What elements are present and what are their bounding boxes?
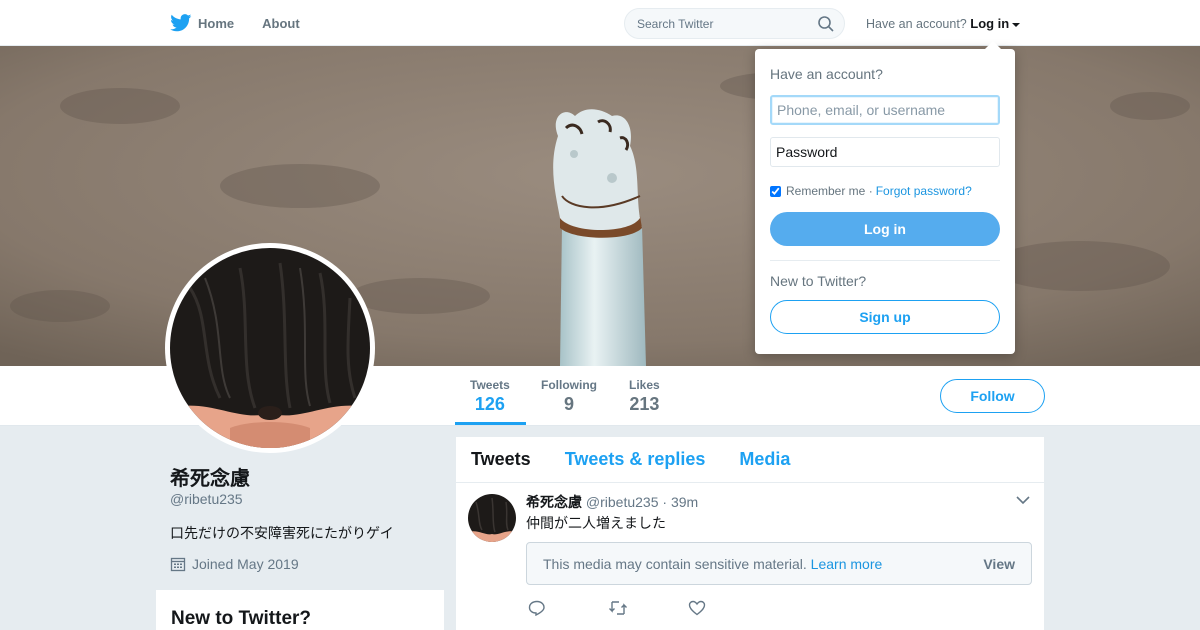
view-media-button[interactable]: View (983, 556, 1015, 572)
joined-date: Joined May 2019 (192, 556, 299, 572)
profile-handle[interactable]: @ribetu235 (170, 491, 243, 507)
profile-joined: Joined May 2019 (170, 556, 299, 572)
nav-home[interactable]: Home (170, 14, 234, 32)
new-to-twitter-text: New to Twitter? (770, 273, 867, 289)
tweet-author-name[interactable]: 希死念慮 (526, 494, 582, 510)
signup-button[interactable]: Sign up (770, 300, 1000, 334)
profile-bio: 口先だけの不安障害死にたがりゲイ (170, 525, 394, 541)
tweet-text: 仲間が二人増えました (526, 515, 666, 531)
username-field[interactable] (770, 95, 1000, 125)
search-input[interactable] (625, 9, 805, 38)
tweet-item[interactable]: 希死念慮 @ribetu235 · 39m 仲間が二人増えました This me… (456, 437, 1044, 617)
reply-button[interactable] (528, 600, 608, 621)
search-box (624, 8, 845, 39)
follow-button[interactable]: Follow (940, 379, 1045, 413)
top-navigation-bar: Home About Have an account? Log in (0, 0, 1200, 46)
nav-left: Home About (170, 0, 328, 46)
tweet-header: 希死念慮 @ribetu235 · 39m (526, 492, 698, 512)
stat-likes[interactable]: Likes 213 (629, 378, 660, 415)
nav-home-label: Home (198, 15, 235, 31)
retweet-button[interactable] (608, 600, 688, 621)
login-link-label: Log in (970, 16, 1010, 31)
sensitive-message: This media may contain sensitive materia… (543, 556, 882, 572)
tweet-actions (528, 600, 768, 621)
login-dropdown: Have an account? Remember me · Forgot pa… (755, 41, 1015, 354)
login-dropdown-toggle[interactable]: Log in (970, 16, 1021, 31)
remember-me-checkbox[interactable] (770, 185, 781, 197)
nav-about-label: About (262, 15, 300, 31)
like-icon (688, 600, 706, 616)
tweet-timestamp[interactable]: 39m (671, 494, 698, 510)
profile-avatar[interactable] (165, 243, 375, 453)
twitter-bird-icon (170, 14, 192, 32)
nav-about[interactable]: About (262, 16, 300, 31)
stat-following[interactable]: Following 9 (541, 378, 597, 415)
stat-tweets[interactable]: Tweets 126 (470, 378, 510, 415)
stat-likes-label: Likes (629, 378, 660, 392)
have-account-prompt: Have an account? Log in (866, 16, 1021, 31)
stat-following-label: Following (541, 378, 597, 392)
remember-separator: · (868, 184, 873, 198)
like-button[interactable] (688, 600, 768, 621)
forgot-password-link[interactable]: Forgot password? (876, 184, 972, 198)
new-to-twitter-heading: New to Twitter? (171, 608, 312, 629)
stat-tweets-label: Tweets (470, 378, 510, 392)
tweet-avatar[interactable] (468, 494, 516, 542)
stat-following-value: 9 (563, 394, 574, 414)
chevron-down-icon[interactable] (1016, 495, 1030, 505)
have-account-text: Have an account? (866, 17, 967, 31)
tweet-author-handle[interactable]: @ribetu235 (586, 494, 659, 510)
avatar-photo (170, 248, 370, 448)
stat-likes-value: 213 (629, 394, 660, 414)
sensitive-text: This media may contain sensitive materia… (543, 556, 807, 572)
remember-row: Remember me · Forgot password? (770, 184, 972, 198)
new-to-twitter-card: New to Twitter? (156, 590, 444, 630)
active-stat-underline (455, 422, 526, 425)
sensitive-media-warning: This media may contain sensitive materia… (526, 542, 1032, 585)
search-icon[interactable] (818, 16, 834, 32)
stat-tweets-value: 126 (474, 394, 505, 414)
retweet-icon (609, 601, 627, 615)
dropdown-divider (770, 260, 1000, 261)
tweet-dot: · (662, 494, 668, 510)
profile-name[interactable]: 希死念慮 (170, 462, 250, 491)
password-field[interactable] (770, 137, 1000, 167)
login-dropdown-title: Have an account? (770, 66, 883, 82)
caret-down-icon (1012, 22, 1021, 27)
remember-me-label[interactable]: Remember me (786, 184, 865, 198)
learn-more-link[interactable]: Learn more (811, 556, 883, 572)
login-button[interactable]: Log in (770, 212, 1000, 246)
calendar-icon (170, 557, 186, 572)
reply-icon (528, 600, 545, 617)
